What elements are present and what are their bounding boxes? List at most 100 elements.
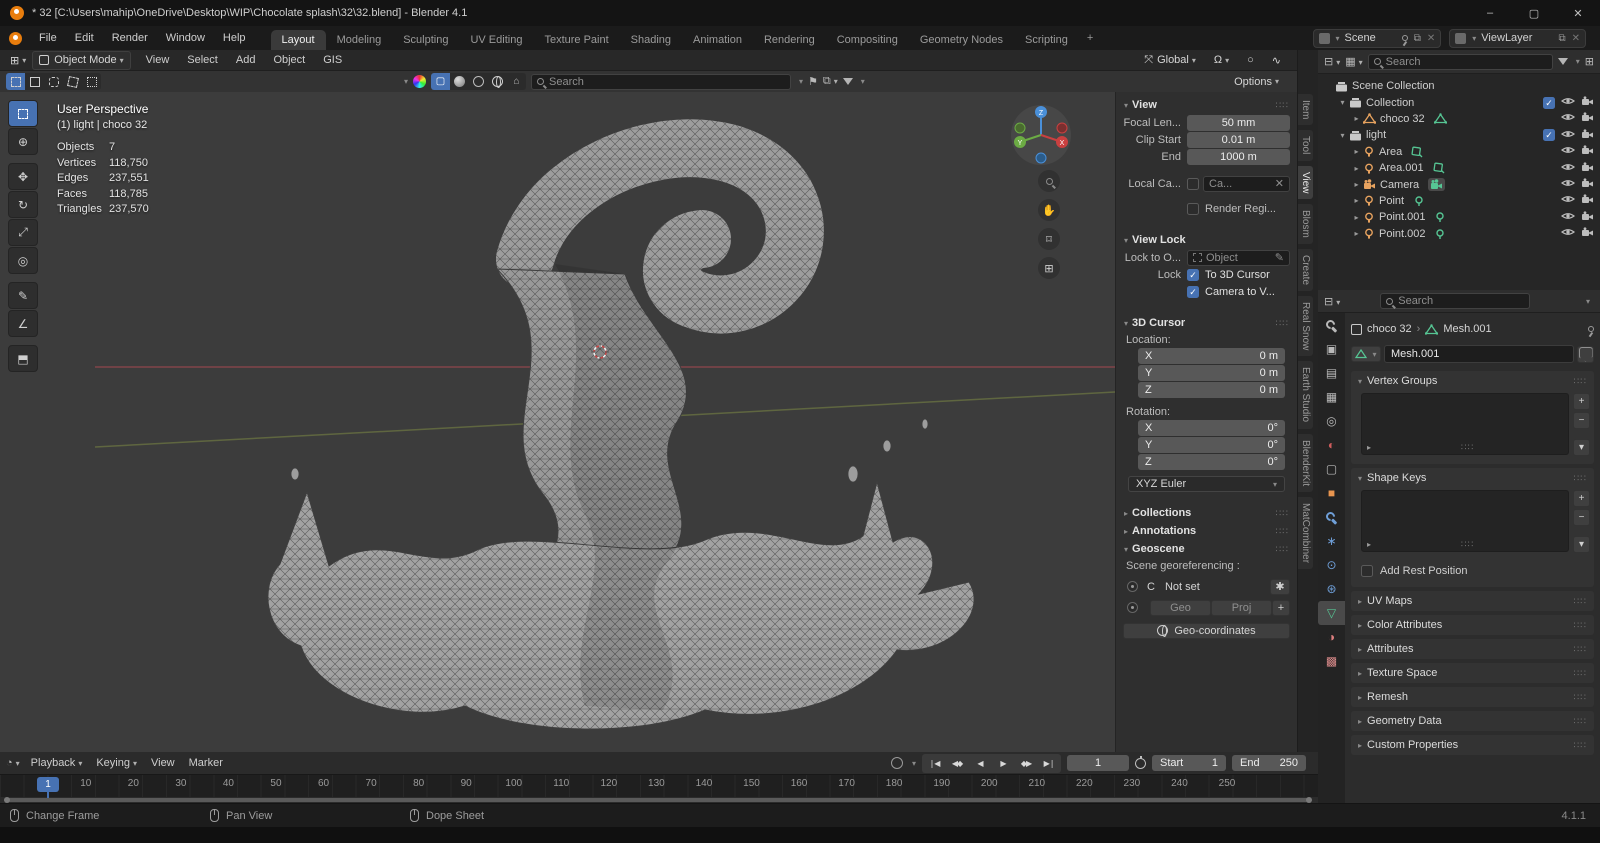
properties-tab[interactable]: ◑ <box>1318 625 1345 649</box>
menu-item[interactable]: Edit <box>66 26 103 50</box>
clipboard-icon[interactable]: ⧉▾ <box>823 75 838 88</box>
sidebar-tab[interactable]: View <box>1298 166 1313 200</box>
local-camera-field[interactable]: Ca...✕ <box>1203 176 1290 192</box>
menu-item[interactable]: Window <box>157 26 214 50</box>
workspace-tab[interactable]: Texture Paint <box>533 30 619 50</box>
disable-render-icon[interactable] <box>1581 112 1594 125</box>
tool-add-cube[interactable]: ⬒ <box>8 345 38 372</box>
sidebar-tab[interactable]: Earth Studio <box>1298 361 1313 428</box>
editor-type-button[interactable]: ⊞▾ <box>4 51 32 70</box>
outliner-row[interactable]: ▸ Area.001 <box>1318 160 1600 176</box>
snap-toggle[interactable]: Ω▾ <box>1208 51 1235 70</box>
collapsed-section[interactable]: ▸Texture Space∷∷ <box>1351 663 1594 683</box>
value-field[interactable]: 0.01 m <box>1187 132 1290 148</box>
falloff-icon[interactable]: ∿ <box>1266 51 1287 70</box>
breadcrumb-object[interactable]: choco 32 <box>1367 323 1412 335</box>
new-collection-icon[interactable]: ⊞ <box>1585 55 1594 68</box>
overlay-sphere-icon[interactable] <box>450 73 469 90</box>
workspace-tab[interactable]: Geometry Nodes <box>909 30 1014 50</box>
tool-transform[interactable]: ◎ <box>8 247 38 274</box>
outliner-row[interactable]: ▾ Collection ✓ <box>1318 94 1600 110</box>
options-button[interactable]: Options▾ <box>1228 72 1285 91</box>
collapsed-section[interactable]: ▸Geometry Data∷∷ <box>1351 711 1594 731</box>
view-section-header[interactable]: ▾View∷∷ <box>1116 96 1297 114</box>
proportional-editing-toggle[interactable]: ○ <box>1241 51 1260 70</box>
hide-eye-icon[interactable] <box>1561 145 1575 158</box>
crs-settings-gear-icon[interactable]: ✱ <box>1270 579 1290 595</box>
remove-viewlayer-icon[interactable]: ✕ <box>1572 33 1580 44</box>
select-circle-button[interactable] <box>44 73 63 90</box>
transport-button[interactable]: ▶❘ <box>1038 755 1060 772</box>
timeline-menu-item[interactable]: Marker <box>182 751 230 775</box>
collections-section-header[interactable]: ▸Collections∷∷ <box>1116 504 1297 522</box>
annotations-section-header[interactable]: ▸Annotations∷∷ <box>1116 522 1297 540</box>
timeline-editor-icon[interactable]: ◔▾ <box>6 757 20 769</box>
disable-render-icon[interactable] <box>1581 194 1594 207</box>
timeline-menu-item[interactable]: Keying▾ <box>89 751 144 775</box>
axis-value-field[interactable]: Z0 m <box>1138 382 1285 398</box>
lock-object-field[interactable]: Object ✎ <box>1187 250 1290 266</box>
value-field[interactable]: 50 mm <box>1187 115 1290 131</box>
pin-id-icon[interactable] <box>1588 326 1594 332</box>
shape-keys-header[interactable]: ▾Shape Keys∷∷ <box>1351 468 1594 488</box>
zoom-icon[interactable] <box>1038 170 1060 192</box>
exclude-checkbox[interactable]: ✓ <box>1543 97 1555 109</box>
bookmark-icon[interactable]: ⚑ <box>808 75 818 88</box>
breadcrumb-data[interactable]: Mesh.001 <box>1443 323 1491 335</box>
properties-editor-icon[interactable]: ⊟▾ <box>1324 295 1340 308</box>
sidebar-tab[interactable]: MatCombiner <box>1298 497 1313 569</box>
viewport-menu-item[interactable]: Select <box>178 48 227 72</box>
tool-scale[interactable]: ⤢ <box>8 219 38 246</box>
hide-eye-icon[interactable] <box>1561 211 1575 224</box>
display-mode-icon[interactable]: ⊟▾ <box>1324 55 1340 68</box>
collapsed-section[interactable]: ▸Color Attributes∷∷ <box>1351 615 1594 635</box>
properties-tab[interactable]: ◐ <box>1318 433 1345 457</box>
filter-collapse-icon[interactable]: ▾ <box>799 77 803 86</box>
rotation-mode-dropdown[interactable]: XYZ Euler▾ <box>1128 476 1285 492</box>
viewport-3d[interactable]: User Perspective (1) light | choco 32 Ob… <box>0 92 1297 752</box>
transport-button[interactable]: ◀ <box>969 755 991 772</box>
blender-menu-icon[interactable] <box>9 32 22 45</box>
properties-tab[interactable]: ▢ <box>1318 457 1345 481</box>
outliner-row[interactable]: ▾ light ✓ <box>1318 127 1600 143</box>
collapsed-section[interactable]: ▸Custom Properties∷∷ <box>1351 735 1594 755</box>
properties-tab[interactable]: ▦ <box>1318 385 1345 409</box>
remove-shape-key-button[interactable]: − <box>1573 509 1590 526</box>
workspace-tab[interactable]: Rendering <box>753 30 826 50</box>
outliner-search-input[interactable]: Search <box>1368 54 1553 70</box>
proj-button[interactable]: Proj <box>1211 600 1272 616</box>
add-rest-position-checkbox[interactable] <box>1361 565 1373 577</box>
workspace-tab[interactable]: Sculpting <box>392 30 459 50</box>
collapsed-section[interactable]: ▸UV Maps∷∷ <box>1351 591 1594 611</box>
select-lasso-button[interactable] <box>63 73 82 90</box>
filter-icon[interactable] <box>843 78 853 85</box>
timeline-ruler[interactable]: 1020304050607080901001101201301401501601… <box>0 774 1318 797</box>
properties-tab[interactable]: ▩ <box>1318 649 1345 673</box>
disable-render-icon[interactable] <box>1581 96 1594 109</box>
add-workspace-button[interactable]: + <box>1079 28 1101 48</box>
outliner-row[interactable]: ▸ Point.001 <box>1318 209 1600 225</box>
outliner-row[interactable]: ▸ Camera <box>1318 176 1600 192</box>
workspace-tab[interactable]: UV Editing <box>459 30 533 50</box>
frame-end-field[interactable]: End250 <box>1232 755 1306 771</box>
tool-select-box[interactable] <box>8 100 38 127</box>
scene-selector[interactable]: ▾ Scene ⧉ ✕ <box>1313 29 1442 48</box>
value-field[interactable]: 1000 m <box>1187 149 1290 165</box>
viewport-menu-item[interactable]: View <box>137 48 179 72</box>
mode-selector[interactable]: Object Mode▾ <box>32 51 130 70</box>
tool-annotate[interactable]: ✎ <box>8 282 38 309</box>
render-region-checkbox[interactable] <box>1187 203 1199 215</box>
camera-view-icon[interactable]: ⌑ <box>1038 228 1060 250</box>
disable-render-icon[interactable] <box>1581 145 1594 158</box>
filter-view-icon[interactable]: ▦▾ <box>1345 55 1362 68</box>
add-shape-key-button[interactable]: + <box>1573 490 1590 507</box>
transport-button[interactable]: ▶ <box>992 755 1014 772</box>
properties-options-icon[interactable]: ▾ <box>1586 297 1590 306</box>
timeline-scrollbar-thumb[interactable] <box>6 798 1310 802</box>
lock-3d-cursor-checkbox[interactable]: ✓ <box>1187 269 1199 281</box>
navigation-gizmo[interactable]: Z Y X <box>1008 102 1074 168</box>
workspace-tab[interactable]: Scripting <box>1014 30 1079 50</box>
viewport-search-input[interactable]: Search <box>531 74 791 90</box>
timeline-menu-item[interactable]: Playback▾ <box>24 751 90 775</box>
workspace-tab[interactable]: Animation <box>682 30 753 50</box>
